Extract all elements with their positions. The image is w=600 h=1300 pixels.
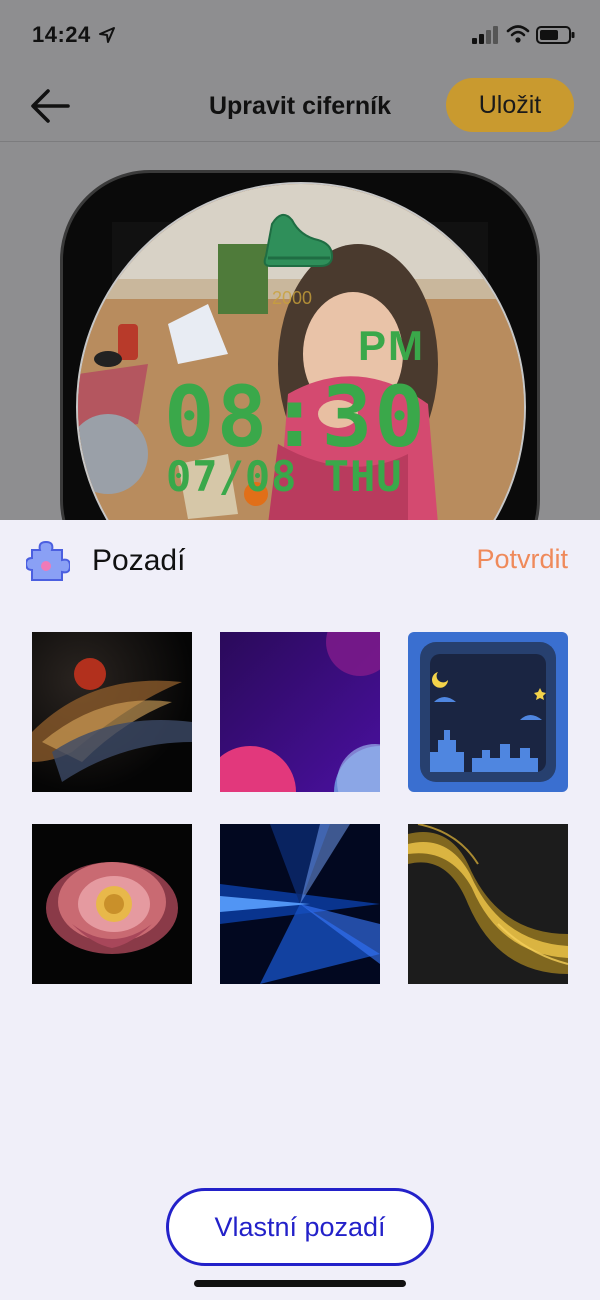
watch-preview-area: 14:24 Upravit ciferník Uložit 2000 PM 08… [0,0,600,632]
save-button[interactable]: Uložit [446,78,574,132]
clock-date: 07/08 THU [166,452,403,501]
background-option-dark-swirl[interactable] [32,632,192,792]
wifi-icon [506,25,530,43]
background-option-blue-rays[interactable] [220,824,380,984]
steps-value: 2000 [272,288,313,308]
home-indicator [194,1280,406,1287]
navigation-bar: Upravit ciferník Uložit [0,70,600,142]
ampm-indicator: PM [358,322,425,369]
background-option-purple-planets[interactable] [220,632,380,792]
screen: 14:24 Upravit ciferník Uložit 2000 PM 08… [0,0,600,1300]
puzzle-icon [26,540,70,581]
custom-background-button[interactable]: Vlastní pozadí [166,1188,434,1266]
signal-icon [472,26,498,44]
sheet-title: Pozadí [92,544,186,577]
sheet-header: Pozadí Potvrdit [0,520,600,610]
battery-icon [536,26,575,44]
background-option-peony[interactable] [32,824,192,984]
shoe-icon [263,213,334,267]
confirm-button[interactable]: Potvrdit [476,544,568,575]
status-bar: 14:24 [0,0,600,70]
background-option-gold-wave[interactable] [408,824,568,984]
background-grid [32,632,568,984]
status-time: 14:24 [32,22,91,47]
background-picker-sheet: Pozadí Potvrdit Vlastní pozadí [0,520,600,1300]
location-arrow-icon [99,27,115,43]
background-option-night-city[interactable] [408,632,568,792]
